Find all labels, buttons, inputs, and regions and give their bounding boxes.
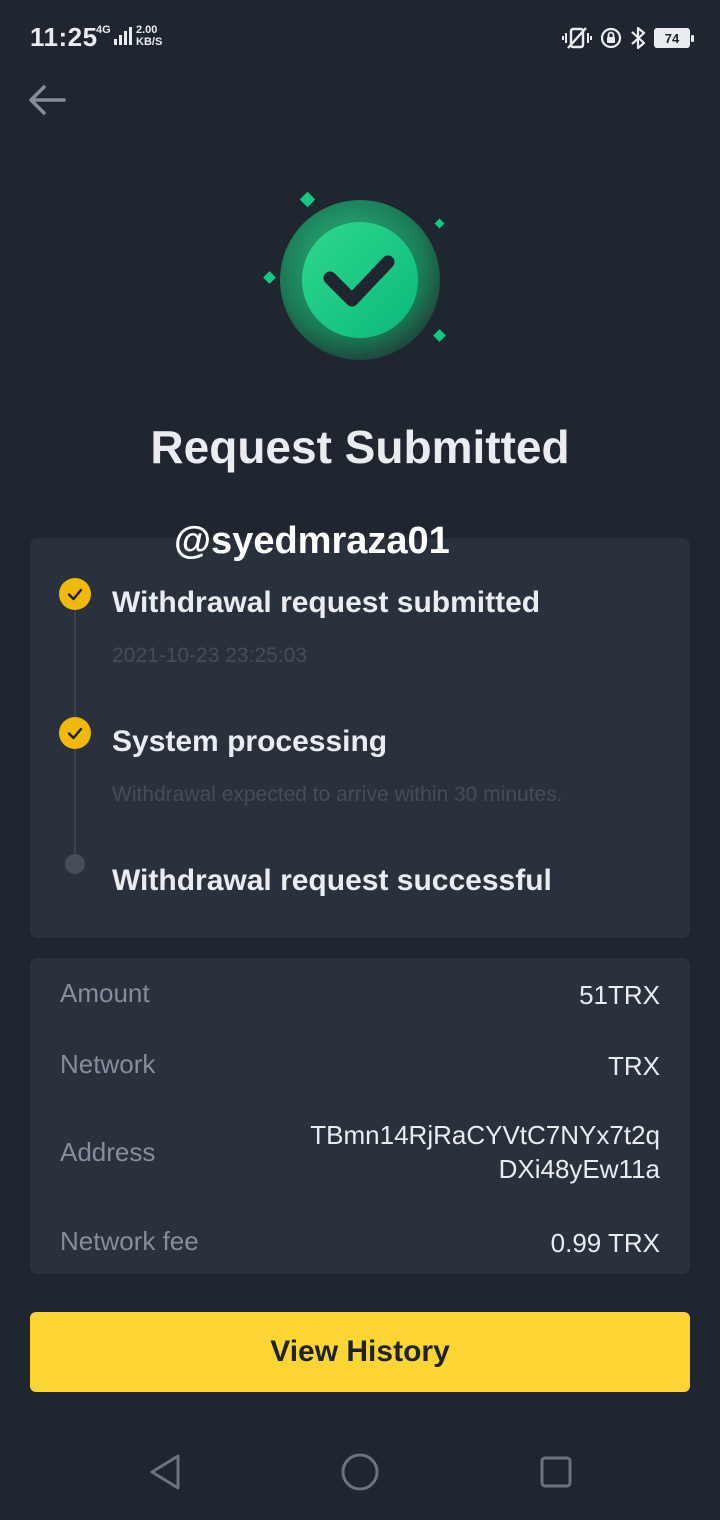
amount-value: 51TRX	[579, 980, 660, 1010]
network-value: TRX	[608, 1051, 660, 1081]
system-nav-bar	[0, 1430, 720, 1520]
speed-unit: KB/S	[136, 36, 163, 48]
status-bar: 11:25 4G 2.00 KB/S 74	[0, 0, 720, 76]
battery-indicator: 74	[654, 28, 694, 48]
success-check-icon	[263, 191, 446, 360]
step-title: System processing	[112, 725, 388, 758]
watermark-text: @syedmraza01	[174, 520, 450, 562]
vibrate-icon	[562, 27, 592, 49]
success-illustration	[250, 180, 470, 380]
timeline-card: Withdrawal request submitted 2021-10-23 …	[30, 538, 690, 938]
view-history-button[interactable]: View History	[30, 1312, 690, 1392]
check-circle-icon	[59, 578, 91, 610]
details-card: Amount 51TRX Network TRX Address TBmn14R…	[30, 958, 690, 1274]
network-fee-label: Network fee	[60, 1226, 199, 1256]
network-speed: 2.00 KB/S	[136, 24, 162, 48]
arrow-left-icon	[29, 85, 66, 115]
lock-rotation-icon	[600, 27, 622, 49]
address-label: Address	[60, 1137, 156, 1167]
address-line-2: DXi48yEw11a	[498, 1154, 660, 1184]
square-recents-icon	[540, 1456, 572, 1488]
speed-value: 2.00	[136, 24, 158, 36]
check-circle-icon	[59, 717, 91, 749]
nav-recents-button[interactable]	[526, 1450, 586, 1494]
amount-label: Amount	[60, 978, 150, 1008]
back-button[interactable]	[26, 80, 70, 120]
circle-home-icon	[341, 1453, 379, 1491]
network-fee-value: 0.99 TRX	[550, 1228, 660, 1258]
status-icons: 74	[562, 24, 694, 52]
step-description: Withdrawal expected to arrive within 30 …	[112, 783, 563, 806]
signal-icon	[114, 27, 132, 45]
nav-home-button[interactable]	[330, 1450, 390, 1494]
network-type: 4G	[96, 24, 111, 36]
step-timestamp: 2021-10-23 23:25:03	[112, 644, 307, 667]
status-time: 11:25	[30, 22, 98, 52]
step-title: Withdrawal request submitted	[112, 586, 541, 619]
triangle-back-icon	[150, 1454, 180, 1490]
bluetooth-icon	[631, 26, 646, 50]
address-line-1: TBmn14RjRaCYVtC7NYx7t2q	[310, 1120, 660, 1150]
nav-back-button[interactable]	[134, 1450, 194, 1494]
step-title: Withdrawal request successful	[112, 864, 552, 897]
address-value[interactable]: TBmn14RjRaCYVtC7NYx7t2q DXi48yEw11a	[310, 1118, 660, 1186]
pending-dot-icon	[65, 854, 85, 874]
page-title: Request Submitted	[150, 421, 570, 473]
network-label: Network	[60, 1049, 156, 1079]
